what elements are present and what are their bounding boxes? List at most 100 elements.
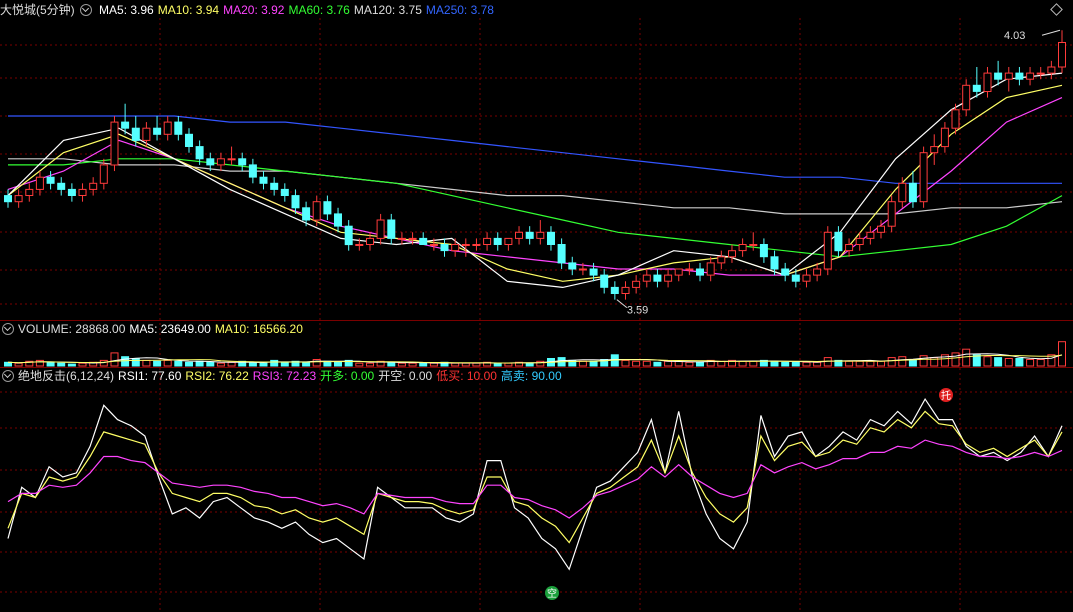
volume-bar (142, 359, 151, 367)
candle-body (142, 127, 151, 141)
candle-body (696, 268, 704, 276)
volume-bar (67, 363, 76, 367)
volume-bar (855, 360, 864, 367)
volume-bar (1004, 358, 1013, 367)
volume-bar (472, 362, 481, 367)
candle-body (344, 225, 353, 246)
buy-marker-label: 空 (547, 587, 557, 600)
candle-body (706, 262, 715, 276)
candle-body (898, 182, 907, 203)
candle-body (4, 195, 12, 203)
volume-bar (813, 361, 822, 367)
candle-body (1015, 72, 1024, 80)
volume-bar (334, 361, 342, 367)
candle-body (962, 84, 971, 111)
candle-body (440, 244, 449, 252)
candle-body (589, 268, 598, 276)
candle-body (1047, 66, 1056, 74)
candle-body (302, 207, 311, 221)
candle-body (845, 244, 854, 252)
candle-body (472, 244, 481, 246)
candle-body (1058, 42, 1066, 68)
volume-bar (791, 361, 800, 367)
volume-bar (898, 356, 907, 367)
candle-body (248, 164, 257, 178)
candle-body (78, 188, 87, 196)
candle-body (483, 237, 492, 245)
high-price-label: 4.03 (1004, 30, 1025, 42)
candle-body (429, 244, 438, 246)
volume-bar (504, 362, 513, 367)
candle-body (983, 72, 992, 92)
volume-bar (408, 362, 417, 367)
candle-body (610, 286, 619, 294)
volume-bar (877, 360, 885, 367)
volume-bar (355, 362, 364, 367)
volume-bar (983, 356, 992, 367)
volume-bar (621, 359, 630, 367)
candle-body (493, 237, 502, 245)
candle-body (323, 201, 332, 215)
candle-body (834, 231, 843, 252)
volume-bar (397, 362, 406, 367)
chart-canvas: 4.03 3.59 托空 (0, 18, 1073, 612)
candle-body (738, 244, 747, 252)
volume-bar (994, 357, 1003, 367)
volume-bar (227, 361, 236, 367)
volume-bar (845, 360, 854, 367)
volume-bar (270, 359, 279, 367)
volume-bar (185, 361, 193, 367)
candle-body (600, 274, 609, 288)
candle-body (131, 127, 140, 141)
candle-body (163, 121, 172, 135)
sell-marker-label: 托 (941, 389, 951, 402)
candle-body (972, 84, 981, 92)
candle-body (259, 176, 268, 184)
candle-body (685, 268, 694, 271)
volume-bar (493, 362, 502, 367)
rsi-line (7, 439, 1063, 519)
candle-body (14, 195, 23, 203)
candle-body (110, 121, 119, 166)
candle-body (578, 268, 587, 271)
volume-bar (887, 357, 896, 367)
volume-bar (153, 360, 162, 367)
volume-bar (642, 360, 651, 367)
candle-body (227, 158, 236, 161)
candle-body (312, 201, 321, 221)
candle-body (887, 201, 896, 227)
candle-body (376, 219, 385, 239)
low-price-label: 3.59 (627, 305, 648, 317)
volume-bar (99, 359, 108, 367)
volume-bar (35, 359, 44, 367)
candle-body (664, 274, 673, 282)
candle-body (866, 231, 875, 239)
volume-bar (1058, 341, 1066, 367)
candle-body (994, 72, 1003, 80)
volume-bar (461, 362, 470, 367)
candle-body (1036, 72, 1045, 75)
candle-body (1026, 72, 1035, 80)
candle-body (642, 274, 651, 282)
candle-body (1004, 72, 1013, 80)
volume-bar (525, 362, 534, 367)
volume-bar (781, 361, 790, 367)
candle-body (717, 256, 726, 264)
volume-bar (664, 360, 673, 367)
candle-body (387, 219, 396, 239)
volume-bar (259, 362, 268, 367)
candle-body (25, 188, 34, 196)
candle-body (206, 158, 215, 166)
volume-bar (962, 348, 971, 367)
candle-body (504, 237, 513, 245)
volume-bar (248, 361, 257, 367)
volume-bar (131, 358, 140, 367)
candle-body (674, 268, 683, 276)
candle-body (397, 237, 406, 240)
candle-body (632, 280, 641, 288)
rsi-line (7, 410, 1063, 544)
volume-bar (451, 362, 460, 367)
candle-body (515, 231, 523, 239)
volume-bar (866, 360, 875, 367)
candle-body (547, 231, 555, 246)
